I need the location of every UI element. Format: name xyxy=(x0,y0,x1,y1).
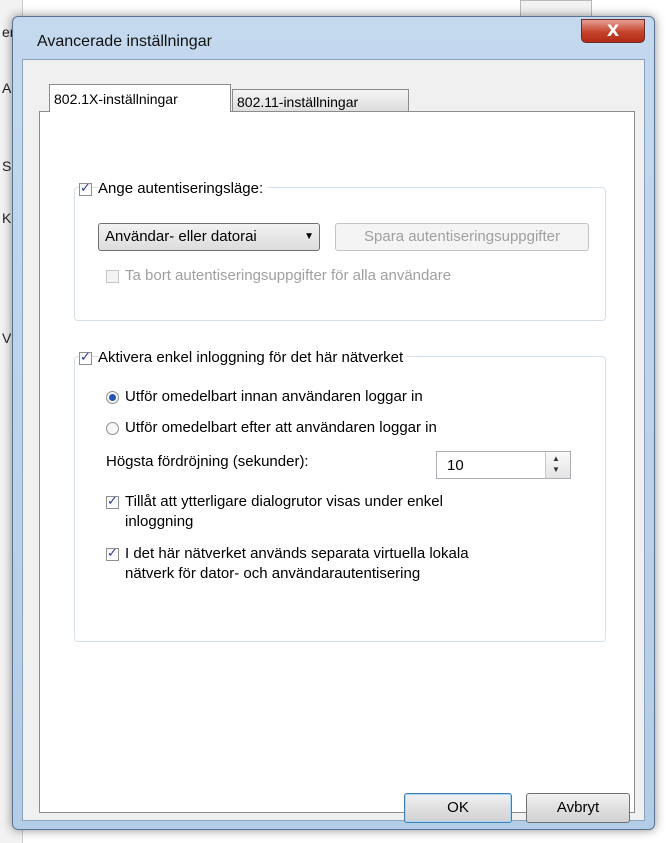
dialog-title: Avancerade inställningar xyxy=(37,33,212,50)
close-button[interactable]: X xyxy=(581,19,645,43)
save-credentials-button[interactable]: Spara autentiseringsuppgifter xyxy=(335,223,589,251)
before-login-label: Utför omedelbart innan användaren loggar… xyxy=(125,388,423,405)
max-delay-value: 10 xyxy=(447,457,464,474)
ok-button[interactable]: OK xyxy=(404,793,512,823)
dialog-client: 802.1X-inställningar 802.11-inställninga… xyxy=(22,59,645,823)
tab-panel: ✓ Ange autentiseringsläge: Användar- ell… xyxy=(39,111,635,813)
background-label: S xyxy=(2,158,12,174)
tab-8021x-settings[interactable]: 802.1X-inställningar xyxy=(49,84,231,112)
allow-dialogs-checkbox[interactable]: ✓ xyxy=(106,494,119,509)
title-bar[interactable]: Avancerade inställningar X xyxy=(13,17,654,59)
check-icon: ✓ xyxy=(107,494,118,509)
background-label: V xyxy=(2,330,12,346)
background-label: K xyxy=(2,210,12,226)
max-delay-stepper[interactable]: 10 ▲ ▼ xyxy=(436,451,571,479)
check-icon: ✓ xyxy=(107,546,118,561)
radio-selected-dot xyxy=(109,394,116,401)
advanced-settings-dialog: Avancerade inställningar X 802.1X-instäl… xyxy=(12,16,655,830)
separate-vlan-label-line2: nätverk för dator- och användarautentise… xyxy=(125,565,421,582)
allow-dialogs-label-line2: inloggning xyxy=(125,513,194,530)
chevron-up-icon[interactable]: ▲ xyxy=(552,454,560,463)
auth-mode-select[interactable]: Användar- eller datorai ▼ xyxy=(98,223,320,251)
allow-dialogs-label-line1: Tillåt att ytterligare dialogrutor visas… xyxy=(125,493,443,510)
max-delay-label: Högsta fördröjning (sekunder): xyxy=(106,453,309,470)
sso-label: Aktivera enkel inloggning för det här nä… xyxy=(98,349,408,366)
delete-credentials-label: Ta bort autentiseringsuppgifter för alla… xyxy=(125,267,452,284)
cancel-button[interactable]: Avbryt xyxy=(526,793,630,823)
after-login-label: Utför omedelbart efter att användaren lo… xyxy=(125,419,437,436)
delete-credentials-checkbox[interactable] xyxy=(106,270,119,283)
tab-80211-settings[interactable]: 802.11-inställningar xyxy=(232,89,409,113)
chevron-down-icon[interactable]: ▼ xyxy=(552,465,560,474)
sso-checkbox[interactable]: ✓ xyxy=(79,350,92,365)
auth-mode-group xyxy=(74,187,606,321)
auth-mode-checkbox[interactable]: ✓ xyxy=(79,181,92,196)
stepper-buttons[interactable]: ▲ ▼ xyxy=(545,452,570,478)
chevron-down-icon: ▼ xyxy=(304,231,314,242)
check-icon: ✓ xyxy=(80,181,91,196)
auth-mode-label: Ange autentiseringsläge: xyxy=(98,180,268,197)
before-login-radio[interactable] xyxy=(106,391,119,404)
separate-vlan-label-line1: I det här nätverket används separata vir… xyxy=(125,545,469,562)
separate-vlan-checkbox[interactable]: ✓ xyxy=(106,546,119,561)
check-icon: ✓ xyxy=(80,350,91,365)
auth-mode-value: Användar- eller datorai xyxy=(105,228,257,245)
after-login-radio[interactable] xyxy=(106,422,119,435)
